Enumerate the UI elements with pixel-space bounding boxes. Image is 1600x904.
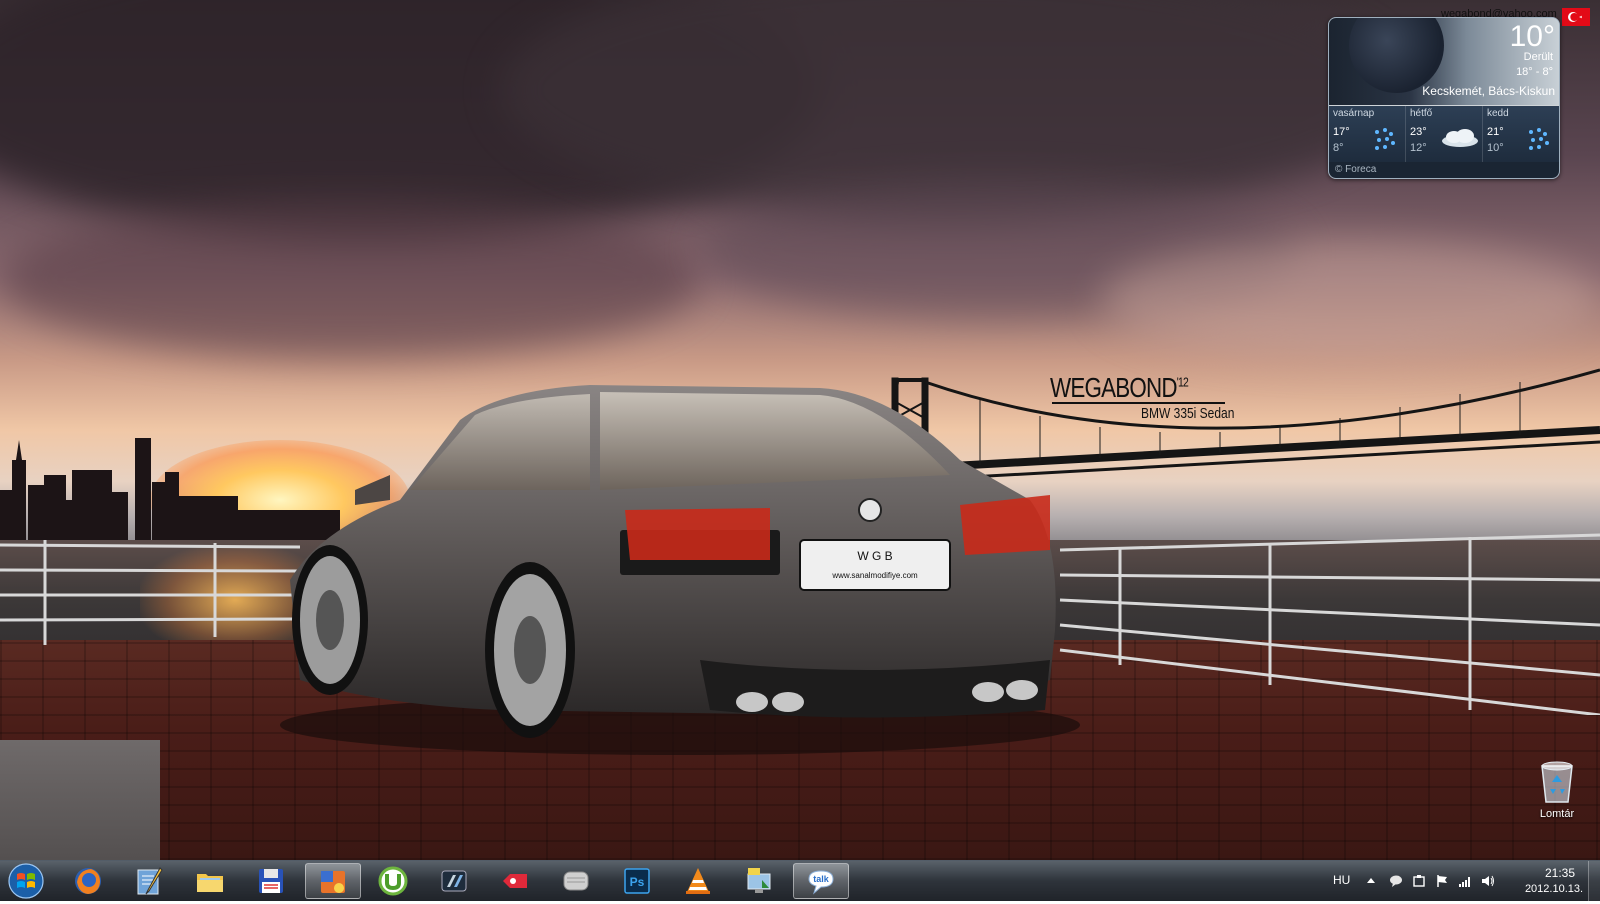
show-desktop-button[interactable]: [1588, 861, 1600, 901]
forecast-low: 8°: [1333, 142, 1344, 154]
forecast-low: 10°: [1487, 142, 1504, 154]
forecast-high: 17°: [1333, 126, 1350, 138]
taskbar-notepad[interactable]: [122, 863, 178, 899]
recycle-bin[interactable]: Lomtár: [1532, 756, 1582, 826]
forecast-row: vasárnap 17° 8° hétfő 23° 12° kedd 21° 1…: [1329, 106, 1559, 162]
taskbar-vlc[interactable]: [671, 863, 727, 899]
temperature-range: 18° - 8°: [1516, 66, 1553, 78]
network-monitor-icon: [747, 868, 771, 893]
turkey-flag-icon: [1562, 8, 1590, 26]
photoshop-icon: Ps: [624, 868, 650, 894]
taskbar-disc-drive[interactable]: [549, 863, 605, 899]
folder-icon: [197, 874, 223, 892]
weather-credit[interactable]: © Foreca: [1329, 162, 1559, 178]
show-hidden-icons-arrow-icon[interactable]: [1364, 874, 1378, 888]
rain-icon: [1529, 128, 1549, 150]
disc-drive-icon: [563, 871, 589, 891]
forecast-high: 23°: [1410, 126, 1427, 138]
svg-text:Ps: Ps: [630, 875, 645, 889]
taskbar-network-monitor[interactable]: [732, 863, 788, 899]
forecast-day: kedd 21° 10°: [1483, 106, 1559, 162]
svg-text:talk: talk: [813, 874, 830, 884]
taskbar: Ps talk HU 21:35 2012.10.13.: [0, 860, 1600, 901]
weather-current-panel: 10° Derült 18° - 8° Kecskemét, Bács-Kisk…: [1329, 18, 1559, 105]
device-icon[interactable]: [1412, 874, 1426, 888]
bmw-sedan: W G B www.sanalmodifiye.com: [280, 385, 1080, 755]
action-center-flag-icon[interactable]: [1435, 874, 1449, 888]
google-talk-icon: talk: [808, 870, 834, 895]
volume-icon[interactable]: [1481, 874, 1495, 888]
taskbar-firefox[interactable]: [61, 863, 117, 899]
forecast-day-name: vasárnap: [1333, 108, 1375, 119]
windows-logo-icon: [8, 863, 44, 899]
plate-text: W G B: [857, 549, 892, 563]
language-indicator[interactable]: HU: [1333, 873, 1350, 887]
red-app-icon: [503, 874, 527, 888]
taskbar-google-talk[interactable]: talk: [793, 863, 849, 899]
app-logo-icon: [441, 870, 467, 892]
forecast-day-name: hétfő: [1410, 108, 1433, 119]
clock-date[interactable]: 2012.10.13.: [1516, 883, 1592, 895]
taskbar-utorrent[interactable]: [366, 863, 422, 899]
wallpaper-brand-title: WEGABOND'12: [1050, 372, 1189, 403]
forecast-day-name: kedd: [1487, 108, 1509, 119]
taskbar-app[interactable]: [427, 863, 483, 899]
taskbar-photoshop[interactable]: Ps: [610, 863, 666, 899]
moon-icon: [1349, 18, 1444, 93]
current-condition: Derült: [1523, 51, 1553, 63]
media-player-icon: [321, 871, 345, 893]
notepad-pen-icon: [137, 867, 163, 895]
taskbar-media-player[interactable]: [305, 863, 361, 899]
forecast-high: 21°: [1487, 126, 1504, 138]
taskbar-save[interactable]: [244, 863, 300, 899]
start-button[interactable]: [6, 863, 46, 899]
current-temperature: 10°: [1509, 20, 1555, 53]
wallpaper-brand-underline: [1052, 402, 1225, 404]
recycle-bin-icon: [1541, 761, 1573, 803]
plate-url: www.sanalmodifiye.com: [831, 571, 918, 580]
floppy-save-icon: [259, 869, 283, 893]
wallpaper-brand-subtitle: BMW 335i Sedan: [1141, 405, 1235, 422]
vlc-icon: [686, 868, 710, 894]
clock-time[interactable]: 21:35: [1530, 866, 1590, 880]
forecast-low: 12°: [1410, 142, 1427, 154]
forecast-day: vasárnap 17° 8°: [1329, 106, 1406, 162]
weather-location: Kecskemét, Bács-Kiskun: [1422, 84, 1555, 98]
utorrent-icon: [378, 866, 408, 896]
taskbar-red-app[interactable]: [488, 863, 544, 899]
forecast-day: hétfő 23° 12°: [1406, 106, 1483, 162]
weather-gadget[interactable]: 10° Derült 18° - 8° Kecskemét, Bács-Kisk…: [1328, 17, 1560, 179]
recycle-bin-label: Lomtár: [1539, 808, 1575, 820]
chat-bubble-icon[interactable]: [1389, 874, 1403, 888]
network-signal-icon[interactable]: [1458, 874, 1472, 888]
cloud-icon: [1442, 129, 1478, 147]
firefox-icon: [75, 868, 101, 894]
rain-icon: [1375, 128, 1395, 150]
taskbar-explorer[interactable]: [183, 863, 239, 899]
